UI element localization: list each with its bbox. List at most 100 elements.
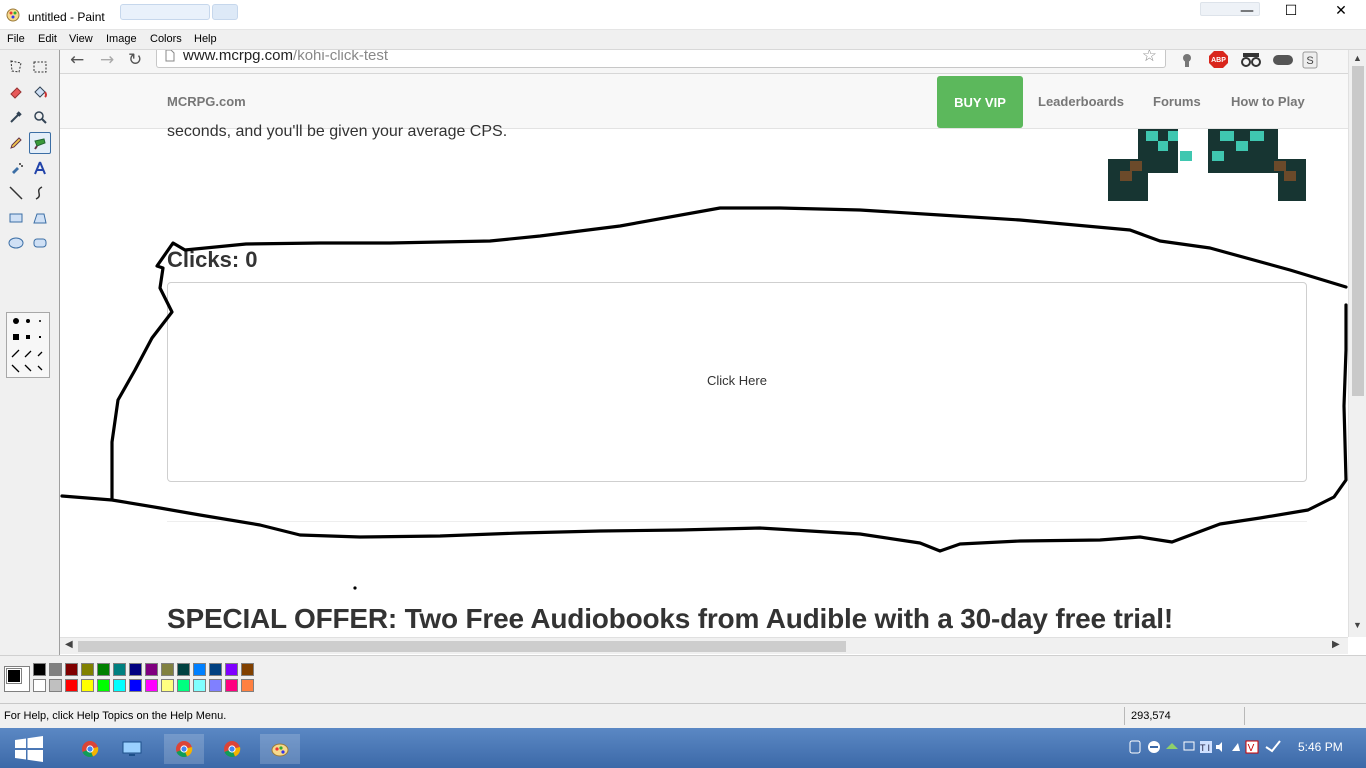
color-swatch[interactable] <box>81 679 94 692</box>
special-offer-heading[interactable]: SPECIAL OFFER: Two Free Audiobooks from … <box>167 603 1173 635</box>
page-icon <box>165 50 175 62</box>
profile-extension-icon[interactable]: S <box>1302 51 1318 69</box>
menu-colors[interactable]: Colors <box>150 33 182 45</box>
menu-edit[interactable]: Edit <box>38 33 57 45</box>
extension-lock-icon[interactable] <box>1180 52 1194 68</box>
taskbar-desktop[interactable] <box>112 734 152 764</box>
canvas-horizontal-scrollbar[interactable]: ◀ ▶ <box>60 637 1348 654</box>
rect-select-tool[interactable] <box>29 56 51 78</box>
color-swatch[interactable] <box>65 663 78 676</box>
color-swatch[interactable] <box>145 679 158 692</box>
reload-button[interactable]: ↻ <box>128 50 142 70</box>
click-here-area[interactable]: Click Here <box>167 282 1307 482</box>
ellipse-tool[interactable] <box>5 232 27 254</box>
rounded-rectangle-tool[interactable] <box>29 232 51 254</box>
rectangle-tool[interactable] <box>5 207 27 229</box>
color-swatch[interactable] <box>113 679 126 692</box>
color-swatch[interactable] <box>209 679 222 692</box>
taskbar-chrome-1[interactable] <box>70 734 110 764</box>
color-swatch[interactable] <box>49 663 62 676</box>
rounded-rectangle-icon <box>33 238 47 248</box>
site-brand[interactable]: MCRPG.com <box>167 94 246 109</box>
canvas-vertical-scrollbar[interactable]: ▲ ▼ <box>1348 50 1366 637</box>
menu-image[interactable]: Image <box>106 33 137 45</box>
gamepad-extension-icon[interactable] <box>1272 53 1294 67</box>
color-swatch[interactable] <box>81 663 94 676</box>
color-swatch[interactable] <box>241 679 254 692</box>
fill-tool[interactable] <box>29 81 51 103</box>
taskbar-clock[interactable]: 5:46 PM <box>1298 740 1343 754</box>
color-swatch[interactable] <box>241 663 254 676</box>
eraser-tool[interactable] <box>5 81 27 103</box>
taskbar-chrome-3[interactable] <box>212 734 252 764</box>
rectangle-icon <box>9 213 23 223</box>
maximize-button[interactable]: ☐ <box>1276 2 1306 22</box>
forward-button[interactable]: → <box>100 50 114 70</box>
vertical-scroll-thumb[interactable] <box>1352 66 1364 396</box>
line-tool[interactable] <box>5 182 27 204</box>
color-swatch[interactable] <box>65 679 78 692</box>
color-swatch[interactable] <box>113 663 126 676</box>
color-swatch[interactable] <box>33 679 46 692</box>
incognito-extension-icon[interactable] <box>1240 52 1262 68</box>
taskbar-paint[interactable] <box>260 734 300 764</box>
color-swatch[interactable] <box>97 663 110 676</box>
color-swatch[interactable] <box>49 679 62 692</box>
color-picker-tool[interactable] <box>5 106 27 128</box>
bookmark-star-icon[interactable]: ☆ <box>1142 50 1157 66</box>
paint-canvas[interactable]: ← → ↻ www.mcrpg.com/kohi-click-test ☆ AB… <box>60 50 1366 637</box>
menu-help[interactable]: Help <box>194 33 217 45</box>
back-button[interactable]: ← <box>70 50 84 70</box>
color-swatch[interactable] <box>33 663 46 676</box>
buy-vip-button[interactable]: BUY VIP <box>937 76 1023 128</box>
color-swatch[interactable] <box>193 679 206 692</box>
address-bar[interactable]: www.mcrpg.com/kohi-click-test ☆ <box>156 50 1166 68</box>
nav-forums[interactable]: Forums <box>1153 94 1201 109</box>
curve-tool[interactable] <box>29 182 51 204</box>
color-swatch[interactable] <box>177 663 190 676</box>
system-tray[interactable]: TI V <box>1128 739 1288 758</box>
close-button[interactable]: ✕ <box>1326 2 1356 22</box>
color-swatch[interactable] <box>177 679 190 692</box>
pencil-tool[interactable] <box>5 132 27 154</box>
color-swatch[interactable] <box>97 679 110 692</box>
fill-bucket-icon <box>34 86 47 98</box>
polygon-tool[interactable] <box>29 207 51 229</box>
color-swatch[interactable] <box>145 663 158 676</box>
brush-tool[interactable] <box>29 132 51 154</box>
color-swatch[interactable] <box>161 663 174 676</box>
color-swatch[interactable] <box>209 663 222 676</box>
brush-shape-options[interactable] <box>6 312 50 378</box>
scroll-left-icon[interactable]: ◀ <box>65 639 73 650</box>
color-swatch[interactable] <box>225 679 238 692</box>
magnifier-icon <box>34 111 47 124</box>
color-swatch[interactable] <box>129 663 142 676</box>
color-swatch[interactable] <box>193 663 206 676</box>
airbrush-icon <box>12 163 23 174</box>
scroll-down-icon[interactable]: ▼ <box>1353 620 1362 630</box>
color-swatch[interactable] <box>161 679 174 692</box>
menu-file[interactable]: File <box>7 33 25 45</box>
site-navbar: MCRPG.com BUY VIP Leaderboards Forums Ho… <box>60 74 1348 129</box>
pencil-icon <box>10 137 22 149</box>
magnifier-tool[interactable] <box>29 106 51 128</box>
scroll-right-icon[interactable]: ▶ <box>1332 639 1340 650</box>
nav-leaderboards[interactable]: Leaderboards <box>1038 94 1124 109</box>
text-tool[interactable] <box>29 157 51 179</box>
scroll-up-icon[interactable]: ▲ <box>1353 53 1362 63</box>
horizontal-scroll-thumb[interactable] <box>78 641 846 652</box>
ellipse-icon <box>8 237 24 249</box>
current-colors[interactable] <box>4 666 30 692</box>
adblock-icon[interactable]: ABP <box>1208 50 1230 70</box>
brush-icon <box>34 138 46 150</box>
windows-start-icon[interactable] <box>14 736 44 762</box>
taskbar-chrome-2[interactable] <box>164 734 204 764</box>
free-select-tool[interactable] <box>5 56 27 78</box>
color-swatch[interactable] <box>225 663 238 676</box>
url-host: www.mcrpg.com <box>183 50 294 64</box>
color-swatch[interactable] <box>129 679 142 692</box>
nav-how-to-play[interactable]: How to Play <box>1231 94 1305 109</box>
minimize-button[interactable]: — <box>1232 2 1262 22</box>
airbrush-tool[interactable] <box>5 157 27 179</box>
menu-view[interactable]: View <box>69 33 93 45</box>
